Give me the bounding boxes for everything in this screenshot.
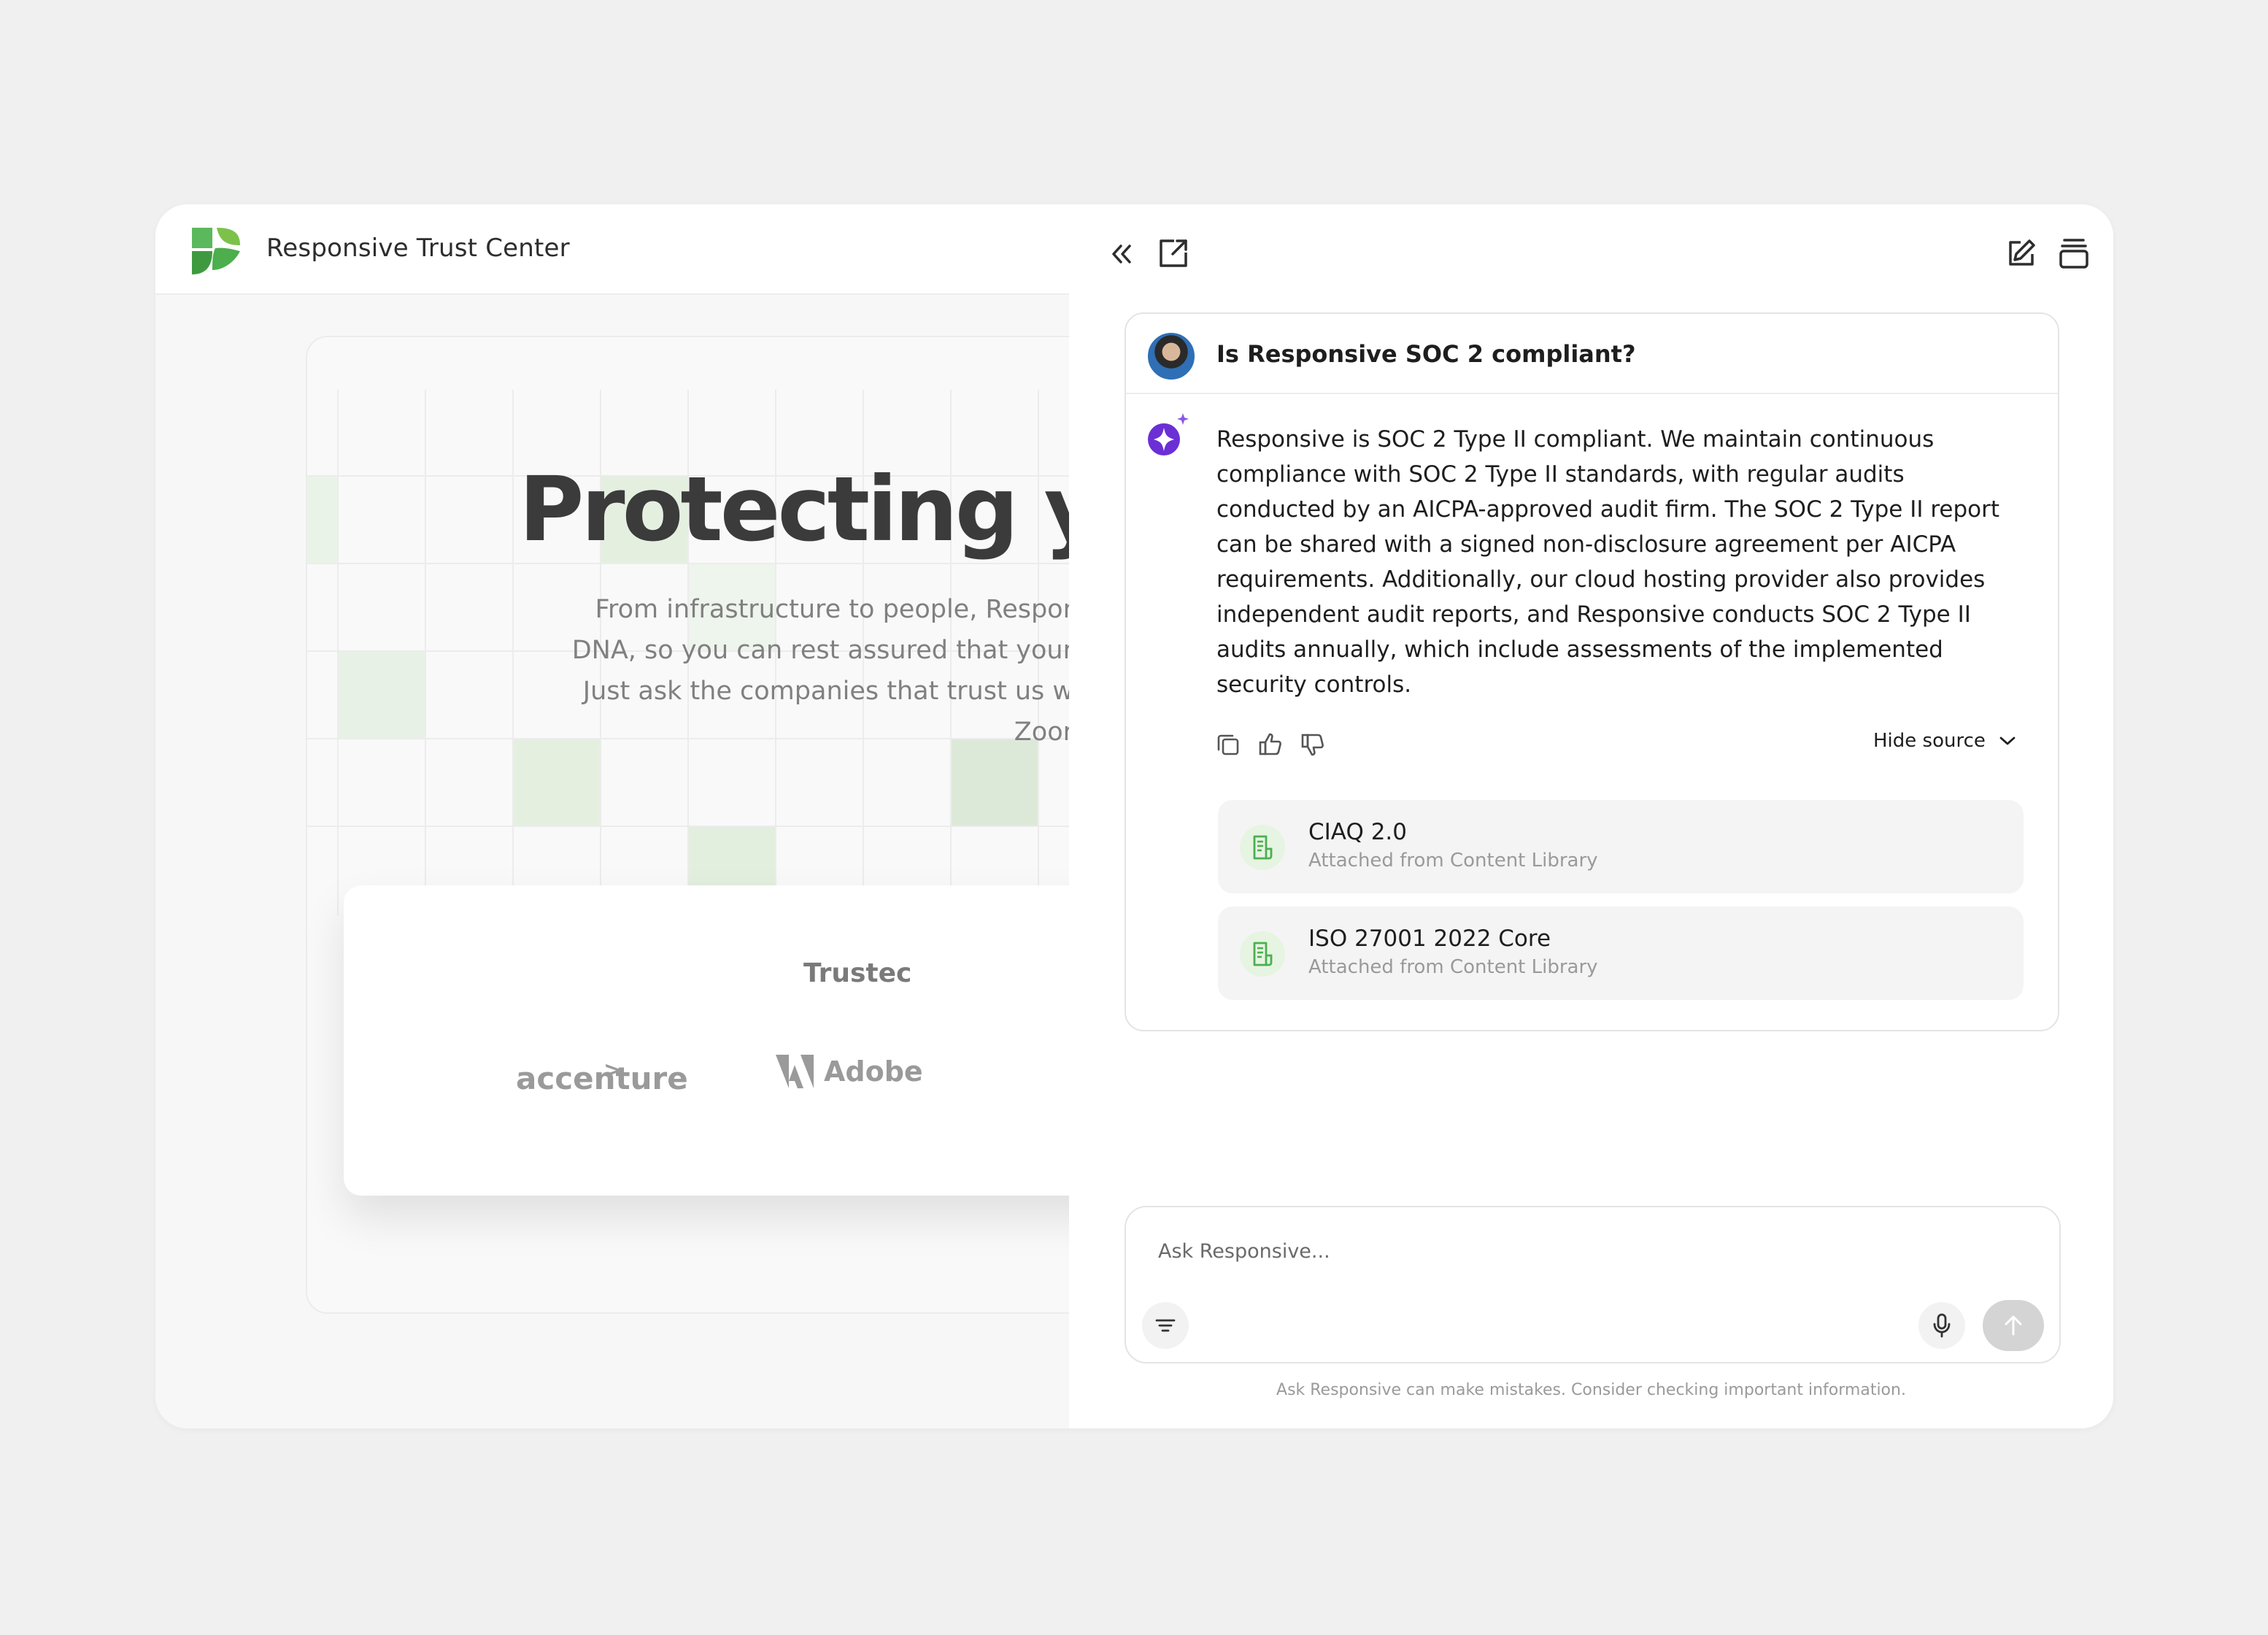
double-chevron-left-icon <box>1112 245 1131 263</box>
chat-input-box <box>1125 1206 2061 1363</box>
edit-icon <box>2009 239 2035 266</box>
conversation-card: Is Responsive SOC 2 compliant? Responsiv… <box>1125 312 2059 1031</box>
new-chat-button[interactable] <box>2003 235 2040 272</box>
source-subtitle: Attached from Content Library <box>1308 850 1598 872</box>
arrow-up-icon <box>2005 1315 2022 1336</box>
source-subtitle: Attached from Content Library <box>1308 956 1598 978</box>
accenture-logo: accenture <box>516 1061 688 1096</box>
source-card[interactable]: ISO 27001 2022 Core Attached from Conten… <box>1218 907 2024 1000</box>
ask-responsive-panel: Is Responsive SOC 2 compliant? Responsiv… <box>1069 204 2113 1428</box>
answer-actions <box>1215 731 1326 758</box>
answer-line: compliance with SOC 2 Type II standards,… <box>1216 461 1905 488</box>
adobe-icon <box>776 1055 814 1088</box>
adobe-logo: Adobe <box>776 1055 923 1088</box>
answer-line: conducted by an AICPA-approved audit fir… <box>1216 496 2000 523</box>
hero-subtitle-line: Just ask the companies that trust us w <box>582 677 1069 706</box>
app-window: Responsive Trust Center Protecting From … <box>155 204 2113 1428</box>
collapse-panel-button[interactable] <box>1106 238 1138 270</box>
send-button[interactable] <box>1983 1300 2044 1351</box>
document-icon <box>1240 825 1285 870</box>
filter-icon <box>1155 1319 1176 1332</box>
ai-sparkle-icon <box>1148 413 1189 455</box>
stack-icon <box>2059 239 2088 269</box>
thumbs-up-icon <box>1259 733 1281 755</box>
microphone-icon <box>1933 1313 1951 1338</box>
open-in-new-window-button[interactable] <box>1155 235 1192 272</box>
hide-source-toggle[interactable]: Hide source <box>1873 730 2016 752</box>
copy-icon <box>1217 734 1239 755</box>
hero-subtitle-line: From infrastructure to people, Respor <box>595 595 1069 624</box>
hero-subtitle-line: DNA, so you can rest assured that your <box>571 636 1069 665</box>
user-avatar <box>1148 333 1195 380</box>
answer-line: independent audit reports, and Responsiv… <box>1216 601 1971 628</box>
trusted-by-label: Trustec <box>803 958 912 988</box>
answer-line: security controls. <box>1216 672 1412 698</box>
thumbs-up-button[interactable] <box>1257 731 1284 758</box>
disclaimer-text: Ask Responsive can make mistakes. Consid… <box>1276 1381 1906 1399</box>
document-icon <box>1240 931 1285 977</box>
thumbs-down-icon <box>1301 734 1324 756</box>
chat-history-button[interactable] <box>2056 235 2092 272</box>
source-title: ISO 27001 2022 Core <box>1308 926 1551 952</box>
source-card[interactable]: CIAQ 2.0 Attached from Content Library <box>1218 800 2024 893</box>
adobe-label: Adobe <box>824 1055 923 1088</box>
answer-line: can be shared with a signed non-disclosu… <box>1216 531 1956 558</box>
hero-subtitle: From infrastructure to people, Respor DN… <box>307 589 1069 753</box>
answer-line: audits annually, which include assessmen… <box>1216 636 1943 663</box>
trust-center-page: Responsive Trust Center Protecting From … <box>155 204 1069 1428</box>
trust-center-header: Responsive Trust Center <box>155 204 1069 295</box>
filter-button[interactable] <box>1142 1302 1189 1349</box>
responsive-logo-icon[interactable] <box>190 226 242 276</box>
answer-line: Responsive is SOC 2 Type II compliant. W… <box>1216 426 1935 453</box>
hero-title: Protecting your <box>519 458 1069 561</box>
accenture-accent-icon: > <box>603 1058 622 1083</box>
copy-button[interactable] <box>1215 731 1241 758</box>
source-title: CIAQ 2.0 <box>1308 819 1408 845</box>
answer-line: requirements. Additionally, our cloud ho… <box>1216 566 1986 593</box>
ai-answer-text: Responsive is SOC 2 Type II compliant. W… <box>1216 422 2023 702</box>
chevron-down-icon <box>1999 736 2016 745</box>
thumbs-down-button[interactable] <box>1300 731 1326 758</box>
hero-subtitle-line: Zoor <box>1014 718 1069 747</box>
microphone-button[interactable] <box>1918 1302 1965 1349</box>
trusted-by-card: Trustec accenture > Adobe <box>344 885 1069 1196</box>
user-question-text: Is Responsive SOC 2 compliant? <box>1216 340 1636 368</box>
trust-center-title: Responsive Trust Center <box>266 234 570 263</box>
ask-input[interactable] <box>1157 1239 1996 1263</box>
user-question-row: Is Responsive SOC 2 compliant? <box>1126 314 2058 394</box>
hide-source-label: Hide source <box>1873 730 1986 752</box>
external-link-icon <box>1160 239 1187 267</box>
